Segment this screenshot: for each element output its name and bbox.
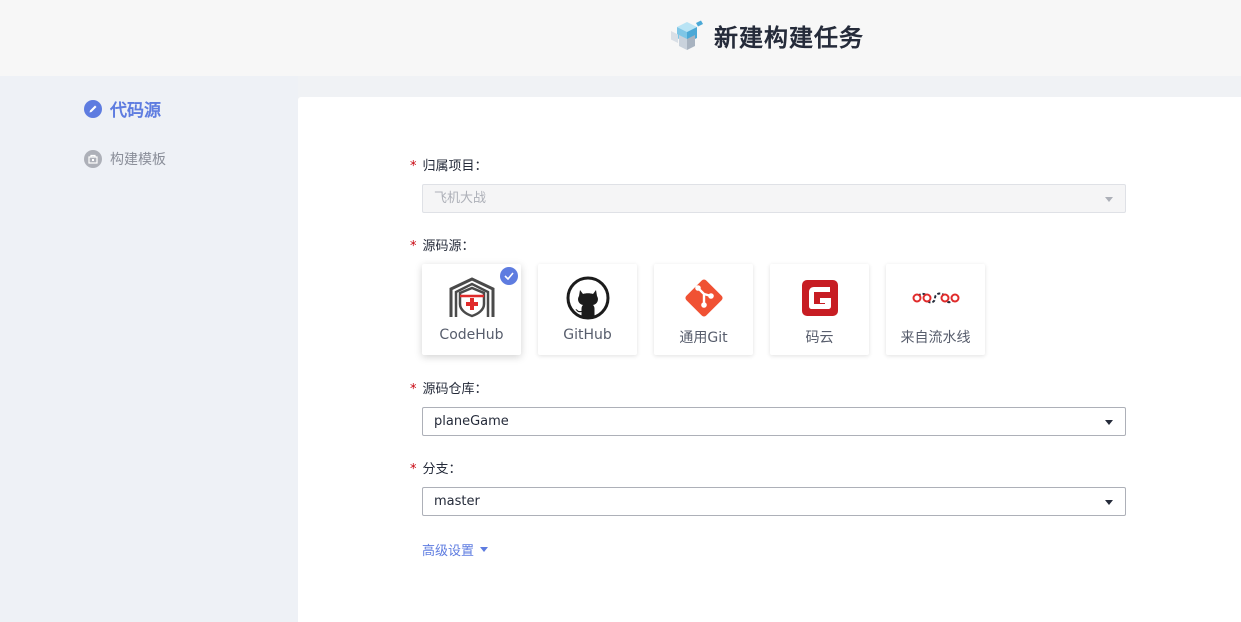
github-icon (563, 276, 613, 320)
source-option-git[interactable]: 通用Git (654, 264, 753, 355)
step-code-source[interactable]: 代码源 (84, 96, 166, 121)
title-wrap: 新建构建任务 (670, 18, 864, 53)
advanced-settings-toggle[interactable]: 高级设置 (422, 540, 489, 559)
top-bar: 新建构建任务 (0, 0, 1241, 76)
pipeline-icon (911, 276, 961, 320)
source-option-pipeline[interactable]: 来自流水线 (886, 264, 985, 355)
step-label: 代码源 (110, 101, 161, 121)
step-label: 构建模板 (110, 152, 166, 168)
cube-stack-icon (671, 20, 703, 50)
project-select-value: 飞机大战 (434, 191, 487, 206)
project-label: * 归属项目： (410, 159, 488, 174)
source-option-label: CodeHub (439, 327, 504, 343)
gitee-icon (795, 276, 845, 320)
repo-select-value: planeGame (434, 414, 509, 429)
chevron-down-icon (1105, 500, 1113, 505)
advanced-settings-label: 高级设置 (422, 544, 475, 559)
branch-label: * 分支： (410, 462, 462, 477)
form-panel: * 归属项目： 飞机大战 * 源码源： CodeHub GitHub 通用Git… (298, 97, 1241, 622)
branch-select[interactable]: master (422, 487, 1126, 516)
chevron-down-icon (1105, 197, 1113, 202)
template-icon (84, 150, 102, 168)
source-option-label: 码云 (805, 330, 834, 346)
source-option-codehub[interactable]: CodeHub (422, 264, 521, 355)
chevron-down-icon (1105, 420, 1113, 425)
repo-select[interactable]: planeGame (422, 407, 1126, 436)
repo-label: * 源码仓库： (410, 382, 488, 397)
step-build-template[interactable]: 构建模板 (84, 149, 166, 169)
source-options: CodeHub GitHub 通用Git 码云 来自流水线 (422, 264, 1002, 355)
required-mark: * (410, 239, 417, 254)
branch-select-value: master (434, 494, 480, 509)
pencil-icon (84, 99, 102, 118)
required-mark: * (410, 462, 417, 477)
page-title: 新建构建任务 (714, 24, 864, 52)
caret-down-icon (480, 547, 489, 552)
sidebar: 代码源 构建模板 (0, 76, 298, 622)
required-mark: * (410, 382, 417, 397)
source-label: * 源码源： (410, 239, 475, 254)
project-select[interactable]: 飞机大战 (422, 184, 1126, 213)
source-option-gitee[interactable]: 码云 (770, 264, 869, 355)
codehub-icon (447, 276, 497, 320)
check-icon (500, 267, 518, 285)
source-option-label: 来自流水线 (900, 330, 971, 346)
required-mark: * (410, 159, 417, 174)
source-option-github[interactable]: GitHub (538, 264, 637, 355)
step-list: 代码源 构建模板 (84, 96, 166, 197)
source-option-label: 通用Git (679, 330, 728, 346)
git-icon (679, 276, 729, 320)
source-option-label: GitHub (563, 327, 612, 343)
